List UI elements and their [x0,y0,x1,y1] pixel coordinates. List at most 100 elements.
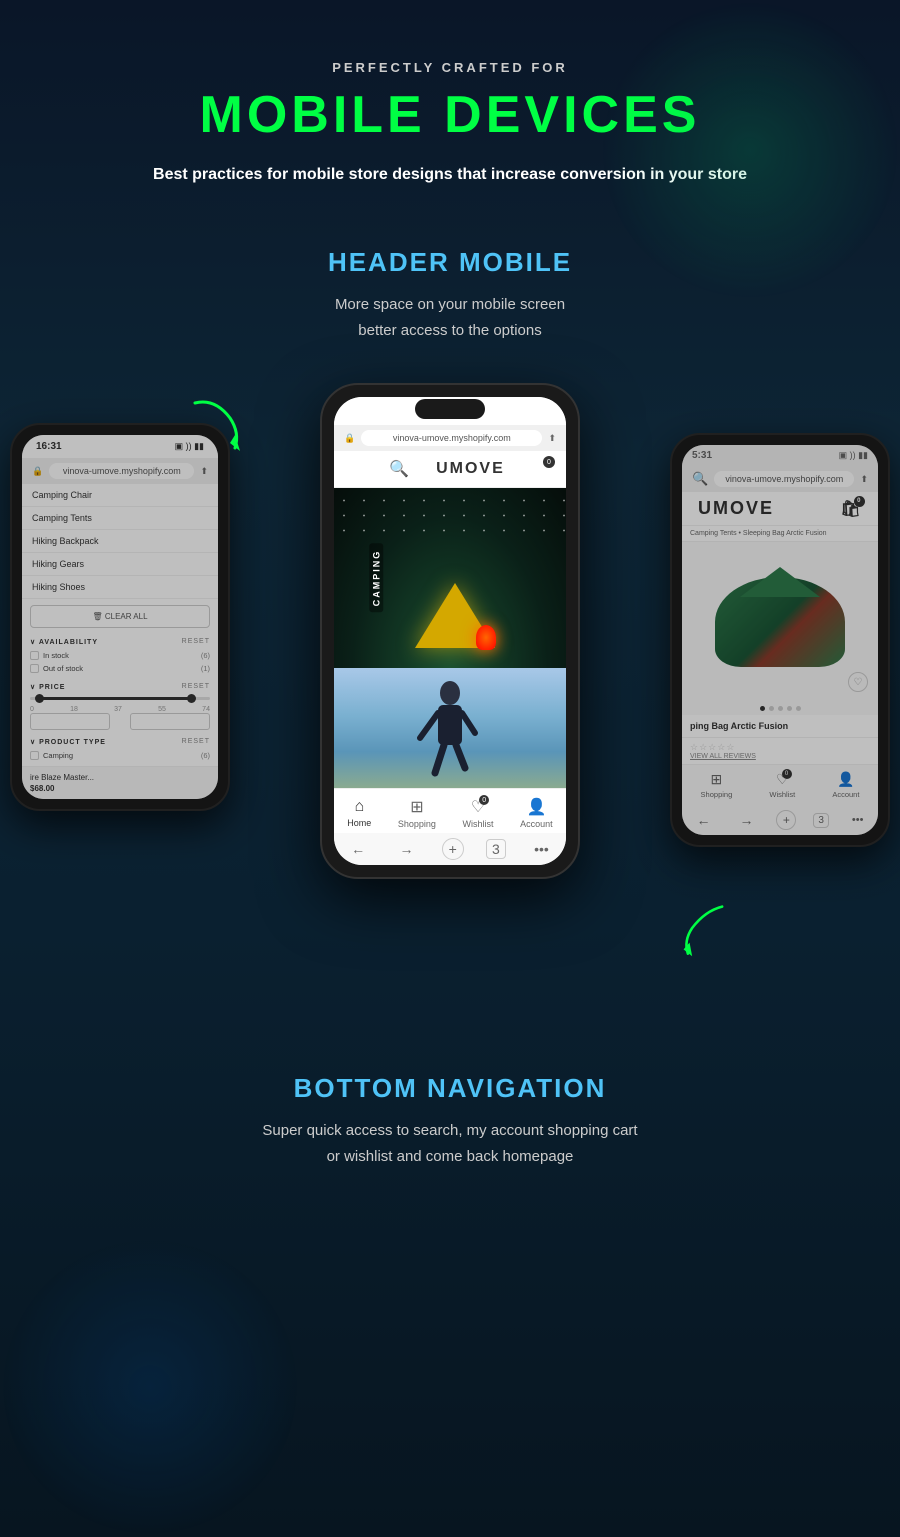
cart-badge: 0 [543,456,555,468]
account-icon: 👤 [526,797,546,817]
left-phone-browser-bar: 🔒 vinova-umove.myshopify.com ⬆ [22,458,218,484]
price-section: ∨ PRICE RESET 0 18 37 55 74 [22,679,218,734]
right-dot-indicators [682,702,878,715]
price-min-input[interactable]: 0 [30,713,110,730]
filter-item-4[interactable]: Hiking Gears [22,553,218,576]
filter-item-5[interactable]: Hiking Shoes [22,576,218,599]
right-tabs[interactable]: 3 [813,813,829,828]
back-icon[interactable]: ← [345,839,371,859]
dot-3 [778,706,783,711]
availability-section: ∨ AVAILABILITY RESET In stock (6) [22,634,218,679]
description: Best practices for mobile store designs … [150,163,750,187]
star-4: ☆ [717,742,725,753]
nav-home[interactable]: ⌂ Home [347,798,371,828]
forward-icon[interactable]: → [393,839,419,859]
right-breadcrumb: Camping Tents • Sleeping Bag Arctic Fusi… [682,526,878,542]
umove-logo: UMOVE [436,460,505,478]
right-wishlist-btn[interactable]: ♡ [848,672,868,692]
product-preview: ire Blaze Master... $68.00 [22,766,218,799]
star-2: ☆ [699,742,707,753]
right-time: 5:31 [692,450,712,461]
menu-icon[interactable]: ☰ [348,459,362,479]
wishlist-badge: 0 [479,795,489,805]
left-share-icon: ⬆ [200,466,208,477]
center-share-icon: ⬆ [548,433,556,444]
dot-5 [796,706,801,711]
center-phone-time: 16:30 [348,405,376,417]
center-phone-notch [415,399,485,419]
bottom-nav-section: BOTTOM NAVIGATION Super quick access to … [0,1043,900,1229]
main-title: MOBILE DEVICES [20,85,880,145]
right-search-icon[interactable]: 🔍 [692,471,708,487]
out-of-stock-checkbox[interactable] [30,664,39,673]
center-bottom-nav: ⌂ Home ⊞ Shopping ♡ 0 Wishlist [334,788,566,833]
top-section: PERFECTLY CRAFTED FOR MOBILE DEVICES Bes… [0,0,900,207]
out-of-stock-option[interactable]: Out of stock (1) [30,662,210,675]
center-umove-header: ☰ 🔍 UMOVE 🛍 0 [334,451,566,488]
center-second-image [334,668,566,788]
stars-row: ☆ ☆ ☆ ☆ ☆ [690,742,870,753]
nav-account[interactable]: 👤 Account [520,797,553,829]
right-url: vinova-umove.myshopify.com [714,471,854,487]
product-type-reset[interactable]: RESET [182,738,210,746]
dot-1 [760,706,765,711]
nav-shopping[interactable]: ⊞ Shopping [398,797,436,829]
more-icon[interactable]: ••• [528,839,555,859]
right-phone: 5:31 ▣ )) ▮▮ 🔍 vinova-umove.myshopify.co… [670,433,890,847]
clear-all-button[interactable]: 🗑 CLEAR ALL [30,605,210,628]
right-back-icon[interactable]: ← [690,810,716,830]
right-nav-account[interactable]: 👤 Account [832,771,859,799]
right-more-icon[interactable]: ••• [846,812,870,828]
price-slider-labels: 0 18 37 55 74 [30,706,210,713]
right-cart-badge: 0 [854,496,865,507]
camping-checkbox[interactable] [30,751,39,760]
right-browser-nav: ← → + 3 ••• [682,805,878,835]
bottom-nav-desc: Super quick access to search, my account… [20,1118,880,1169]
price-max-input[interactable]: 74 [130,713,210,730]
price-slider[interactable] [30,697,210,700]
arrow-right-decoration [665,898,745,963]
availability-title: ∨ AVAILABILITY [30,638,98,646]
subtitle: PERFECTLY CRAFTED FOR [20,60,880,75]
right-status-icons: ▣ )) ▮▮ [839,450,868,461]
price-reset[interactable]: RESET [182,683,210,691]
view-all-reviews[interactable]: VIEW ALL REVIEWS [690,753,756,760]
availability-reset[interactable]: RESET [182,638,210,646]
right-product-image: ♡ [682,542,878,702]
right-account-icon: 👤 [837,771,854,788]
price-title: ∨ PRICE [30,683,65,691]
dot-4 [787,706,792,711]
left-url-bar: vinova-umove.myshopify.com [49,463,194,479]
arrow-left-decoration [175,393,255,458]
camping-option[interactable]: Camping (6) [30,749,210,762]
right-shopping-icon: ⊞ [711,771,723,788]
dot-2 [769,706,774,711]
right-nav-wishlist[interactable]: ♡ 0 Wishlist [769,771,795,799]
price-dash: — [116,717,124,726]
product-price: $68.00 [30,784,210,793]
search-icon[interactable]: 🔍 [389,459,409,479]
in-stock-option[interactable]: In stock (6) [30,649,210,662]
right-plus-icon[interactable]: + [776,810,796,830]
right-status-bar: 5:31 ▣ )) ▮▮ [682,445,878,466]
left-phone-time: 16:31 [36,441,62,452]
camping-label: CAMPING [369,544,383,613]
plus-icon[interactable]: + [442,838,464,860]
filter-item-3[interactable]: Hiking Backpack [22,530,218,553]
in-stock-checkbox[interactable] [30,651,39,660]
center-url-bar: vinova-umove.myshopify.com [361,430,542,446]
right-share-icon: ⬆ [860,474,868,485]
center-phone-status: ◁ )) ▮▮ [524,406,552,417]
phones-container: 16:31 ▣ )) ▮▮ 🔒 vinova-umove.myshopify.c… [0,363,900,1043]
star-3: ☆ [708,742,716,753]
home-icon: ⌂ [354,798,364,816]
right-product-title: ping Bag Arctic Fusion [682,715,878,738]
filter-item-1[interactable]: Camping Chair [22,484,218,507]
right-browser-bar: 🔍 vinova-umove.myshopify.com ⬆ [682,466,878,492]
right-forward-icon[interactable]: → [733,810,759,830]
nav-wishlist[interactable]: ♡ 0 Wishlist [463,797,494,829]
filter-item-2[interactable]: Camping Tents [22,507,218,530]
tabs-count[interactable]: 3 [486,839,506,859]
center-browser-bar: 🔒 vinova-umove.myshopify.com ⬆ [334,425,566,451]
right-nav-shopping[interactable]: ⊞ Shopping [701,771,733,799]
